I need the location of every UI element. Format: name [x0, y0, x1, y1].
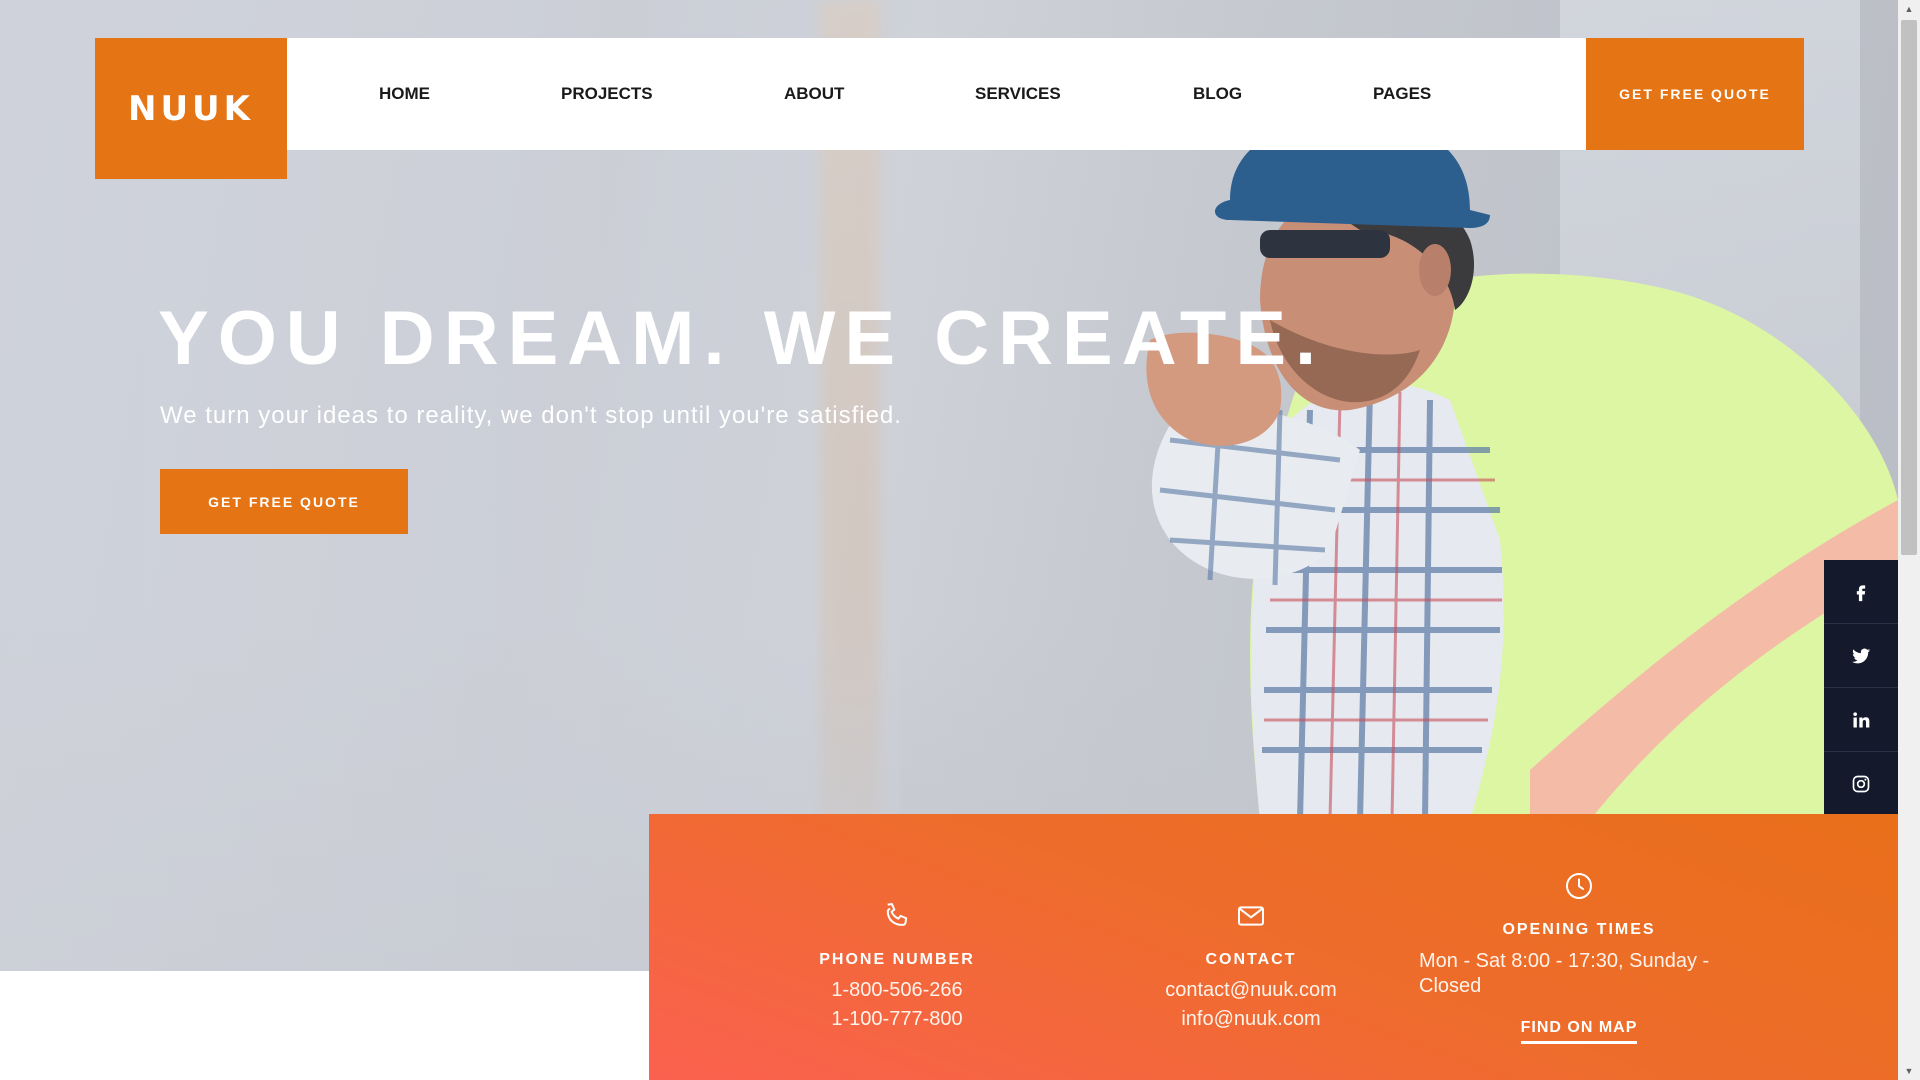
nav-item-blog[interactable]: BLOG — [1193, 84, 1242, 104]
instagram-icon — [1852, 775, 1870, 793]
get-free-quote-hero-button[interactable]: GET FREE QUOTE — [160, 469, 408, 534]
phone-number-1[interactable]: 1-800-506-266 — [777, 979, 1017, 1002]
contact-title: CONTACT — [1205, 951, 1297, 968]
page: NUUK HOME PROJECTS ABOUT SERVICES BLOG P… — [0, 0, 1920, 1080]
social-bar — [1824, 560, 1898, 838]
mail-icon — [1238, 906, 1264, 926]
find-on-map-link[interactable]: FIND ON MAP — [1520, 1019, 1638, 1044]
phone-number-2[interactable]: 1-100-777-800 — [777, 1008, 1017, 1031]
opening-times-title: OPENING TIMES — [1502, 921, 1656, 938]
logo[interactable]: NUUK — [95, 38, 287, 179]
opening-times-text: Mon - Sat 8:00 - 17:30, Sunday - Closed — [1419, 950, 1710, 997]
get-free-quote-nav-button[interactable]: GET FREE QUOTE — [1586, 38, 1804, 150]
contact-email-2[interactable]: info@nuuk.com — [1131, 1008, 1371, 1031]
nav-item-services[interactable]: SERVICES — [975, 84, 1061, 104]
social-instagram[interactable] — [1824, 752, 1898, 816]
opening-times-info: OPENING TIMES Mon - Sat 8:00 - 17:30, Su… — [1419, 870, 1739, 1044]
twitter-icon — [1851, 648, 1871, 663]
hero-headline: YOU DREAM. WE CREATE. — [158, 296, 1326, 381]
hero-image-worker — [1146, 120, 1898, 820]
scroll-up-arrow-icon[interactable]: ▲ — [1898, 0, 1920, 18]
contact-info-band: PHONE NUMBER 1-800-506-266 1-100-777-800… — [649, 814, 1898, 1080]
phone-icon — [886, 903, 908, 926]
hero-subline: We turn your ideas to reality, we don't … — [160, 402, 902, 429]
social-facebook[interactable] — [1824, 560, 1898, 624]
phone-title: PHONE NUMBER — [819, 951, 975, 968]
nav-item-projects[interactable]: PROJECTS — [561, 84, 653, 104]
clock-icon — [1566, 873, 1592, 899]
facebook-icon — [1856, 584, 1866, 601]
page-scrollbar[interactable]: ▲ ▼ — [1898, 0, 1920, 1080]
logo-text: NUUK — [127, 88, 255, 129]
linkedin-icon — [1853, 711, 1870, 727]
phone-info: PHONE NUMBER 1-800-506-266 1-100-777-800 — [777, 900, 1017, 1031]
social-linkedin[interactable] — [1824, 688, 1898, 752]
nav-item-pages[interactable]: PAGES — [1373, 84, 1431, 104]
contact-email-1[interactable]: contact@nuuk.com — [1131, 979, 1371, 1002]
contact-info: CONTACT contact@nuuk.com info@nuuk.com — [1131, 900, 1371, 1031]
scroll-down-arrow-icon[interactable]: ▼ — [1898, 1062, 1920, 1080]
social-twitter[interactable] — [1824, 624, 1898, 688]
nav-item-about[interactable]: ABOUT — [784, 84, 844, 104]
nav-item-home[interactable]: HOME — [379, 84, 430, 104]
scroll-thumb[interactable] — [1901, 20, 1917, 555]
main-nav: HOME PROJECTS ABOUT SERVICES BLOG PAGES — [287, 38, 1586, 150]
